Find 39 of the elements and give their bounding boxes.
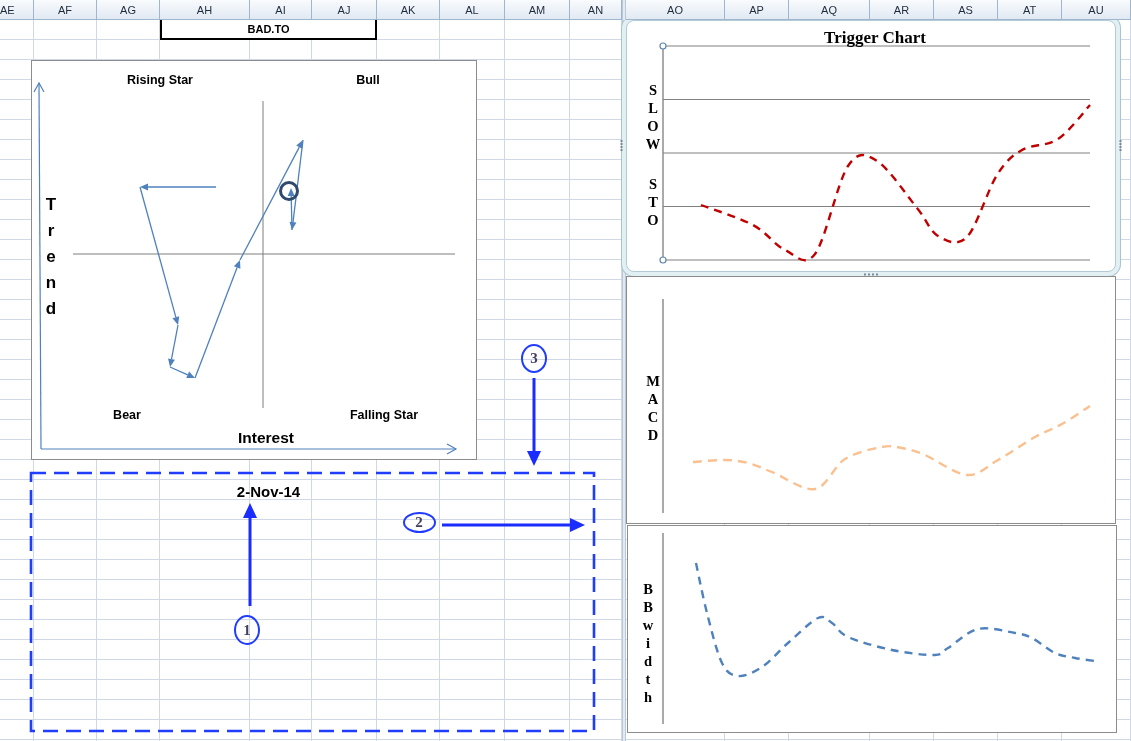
ticker-cell[interactable]: BAD.TO (160, 20, 377, 40)
callout-number: 2 (402, 511, 436, 533)
callout-number: 3 (521, 343, 547, 373)
column-header[interactable]: AE (0, 0, 34, 20)
column-header[interactable]: AS (934, 0, 998, 20)
column-header[interactable]: AG (97, 0, 160, 20)
quadrant-label: Rising Star (127, 72, 193, 88)
resize-handle-icon[interactable] (1119, 140, 1122, 152)
quadrant-label: Falling Star (349, 407, 419, 423)
axis-handle-icon[interactable] (659, 42, 667, 50)
column-header[interactable]: AH (160, 0, 250, 20)
column-header[interactable]: AJ (312, 0, 377, 20)
resize-handle-icon[interactable] (620, 140, 623, 152)
date-cell[interactable]: 2-Nov-14 (236, 484, 301, 500)
y-axis-title: MACD (646, 372, 660, 444)
chart-title: Trigger Chart (824, 28, 926, 48)
y-axis-title: BBwidth (642, 580, 654, 706)
column-header[interactable]: AR (870, 0, 934, 20)
axis-handle-icon[interactable] (659, 256, 667, 264)
column-header[interactable]: AI (250, 0, 312, 20)
column-header[interactable]: AN (570, 0, 622, 20)
quadrant-label: Bull (356, 72, 380, 88)
chart-area[interactable] (627, 525, 1117, 733)
column-header[interactable]: AM (505, 0, 570, 20)
column-header[interactable]: AK (377, 0, 440, 20)
y-axis-title: SLOW STO (645, 81, 661, 229)
column-header[interactable]: AF (34, 0, 97, 20)
column-header[interactable]: AU (1062, 0, 1131, 20)
column-header[interactable]: AO (626, 0, 725, 20)
column-header[interactable]: AL (440, 0, 505, 20)
column-header[interactable]: AT (998, 0, 1062, 20)
y-axis-title: Trend (45, 194, 57, 320)
ring-marker-icon (279, 181, 299, 201)
column-header[interactable]: AQ (789, 0, 870, 20)
callout-number: 1 (234, 615, 260, 645)
resize-handle-icon[interactable] (863, 273, 879, 276)
column-header[interactable]: AP (725, 0, 789, 20)
quadrant-label: Bear (113, 407, 141, 423)
x-axis-title: Interest (238, 430, 294, 446)
